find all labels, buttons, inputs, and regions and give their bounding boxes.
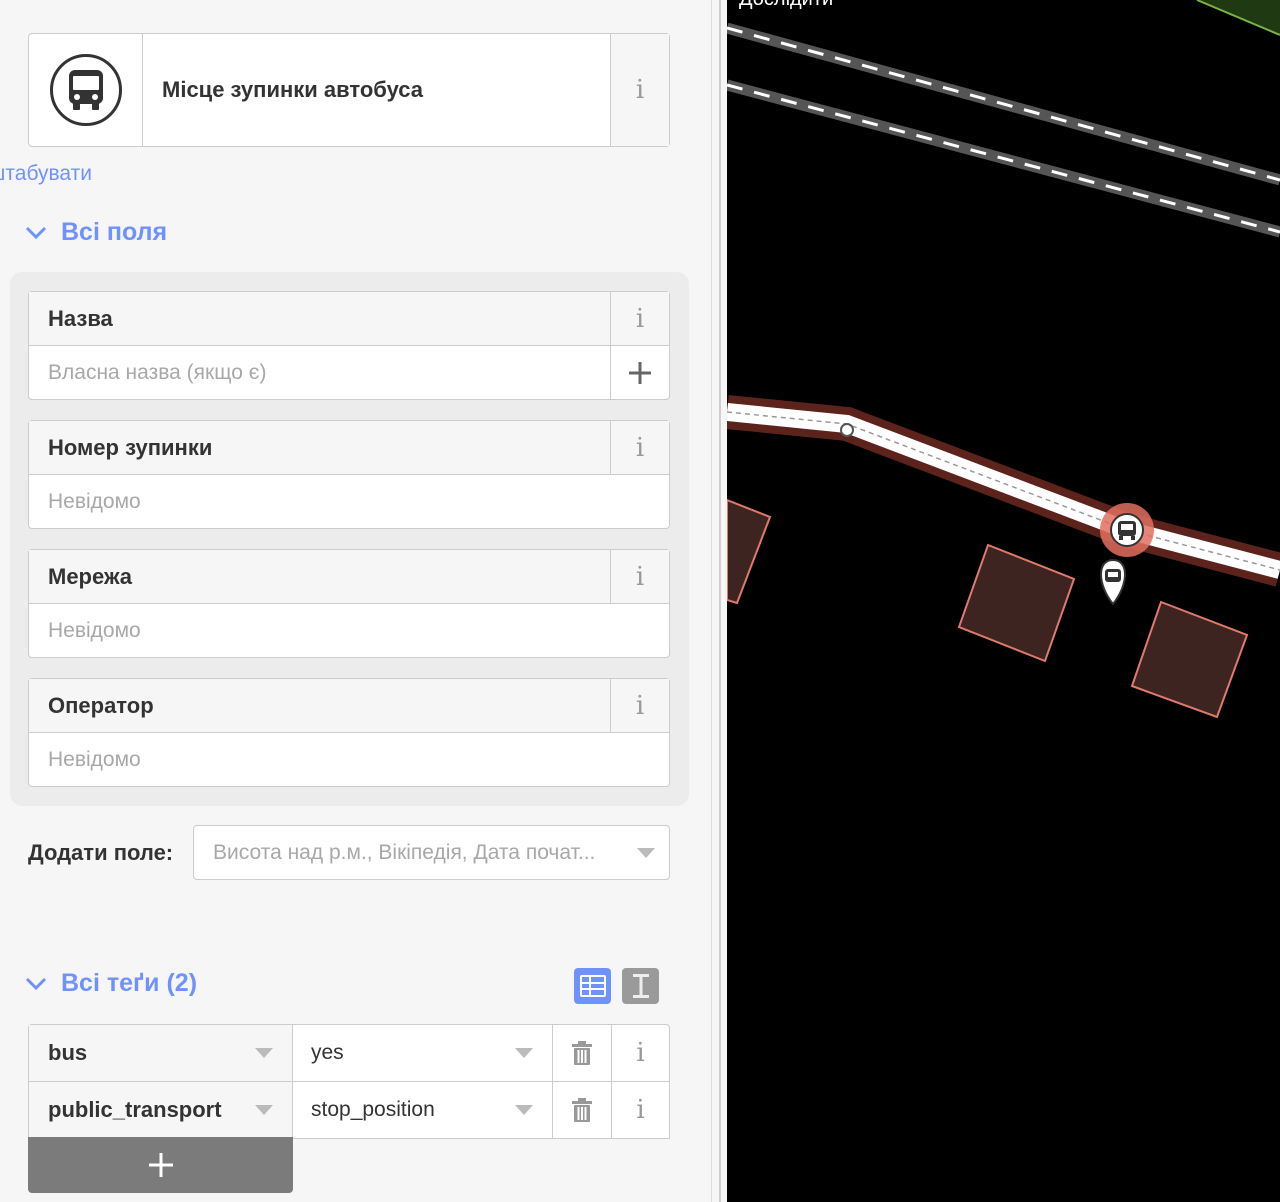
field-info-button[interactable]: i xyxy=(610,550,669,603)
all-fields-toggle[interactable]: Всі поля xyxy=(24,218,167,247)
add-field-combobox[interactable]: Висота над р.м., Вікіпедія, Дата почат..… xyxy=(193,825,670,880)
add-field-placeholder: Висота над р.м., Вікіпедія, Дата почат..… xyxy=(213,840,596,864)
all-fields-title: Всі поля xyxy=(61,218,168,246)
field-label: Оператор xyxy=(48,692,154,718)
field-stop-number: Номер зупинки i Невідомо xyxy=(28,420,670,529)
field-label: Номер зупинки xyxy=(48,434,213,460)
trash-icon xyxy=(572,1041,592,1065)
field-network: Мережа i Невідомо xyxy=(28,549,670,658)
tag-info-button[interactable]: i xyxy=(612,1082,669,1138)
tag-value: stop_position xyxy=(311,1098,435,1121)
info-icon: i xyxy=(636,1038,645,1068)
field-label: Назва xyxy=(48,305,113,331)
info-icon: i xyxy=(635,690,645,721)
stop-number-placeholder: Невідомо xyxy=(48,489,141,513)
caret-down-icon xyxy=(236,1105,292,1115)
tag-table: bus yes i public_transport stop_position… xyxy=(28,1024,670,1139)
network-placeholder: Невідомо xyxy=(48,618,141,642)
map-canvas xyxy=(727,0,1280,719)
building xyxy=(957,543,1076,663)
info-icon: i xyxy=(636,1095,645,1125)
tag-info-button[interactable]: i xyxy=(612,1025,669,1081)
info-icon: i xyxy=(635,432,645,463)
tag-row: bus yes i xyxy=(29,1025,669,1082)
tag-key: bus xyxy=(48,1040,88,1065)
field-label-row: Назва i xyxy=(29,292,669,346)
operator-placeholder: Невідомо xyxy=(48,747,141,771)
info-icon: i xyxy=(635,75,645,105)
preset-name: Місце зупинки автобуса xyxy=(162,77,424,102)
inspector-sidebar: Місце зупинки автобуса i Масштабувати Вс… xyxy=(0,0,711,1202)
trash-icon xyxy=(572,1098,592,1122)
tag-key: public_transport xyxy=(48,1097,222,1122)
all-tags-toggle[interactable]: Всі теґи (2) xyxy=(24,969,197,998)
text-cursor-icon xyxy=(632,974,649,998)
tag-key-input[interactable]: public_transport xyxy=(29,1082,293,1138)
tag-value-input[interactable]: stop_position xyxy=(293,1082,553,1138)
delete-tag-button[interactable] xyxy=(553,1082,612,1138)
map-view[interactable]: Дослідити xyxy=(727,0,1280,1202)
road-vertex xyxy=(840,423,854,437)
delete-tag-button[interactable] xyxy=(553,1025,612,1081)
tag-row: public_transport stop_position i xyxy=(29,1082,669,1138)
info-icon: i xyxy=(635,561,645,592)
field-operator: Оператор i Невідомо xyxy=(28,678,670,787)
add-localized-name-button[interactable] xyxy=(610,346,669,399)
add-tag-button[interactable] xyxy=(28,1137,293,1193)
field-info-button[interactable]: i xyxy=(610,421,669,474)
field-label-row: Оператор i xyxy=(29,679,669,733)
caret-down-icon xyxy=(496,1048,552,1058)
chevron-down-icon xyxy=(25,226,47,239)
preset-info-button[interactable]: i xyxy=(610,34,669,146)
caret-down-icon xyxy=(623,847,669,858)
preset-icon-box xyxy=(29,34,143,146)
field-name: Назва i Власна назва (якщо є) xyxy=(28,291,670,400)
network-input[interactable]: Невідомо xyxy=(29,604,669,657)
name-input-placeholder: Власна назва (якщо є) xyxy=(48,360,267,384)
caret-down-icon xyxy=(496,1105,552,1115)
info-icon: i xyxy=(635,303,645,334)
operator-input[interactable]: Невідомо xyxy=(29,733,669,786)
all-tags-title: Всі теґи (2) xyxy=(61,969,198,997)
plus-icon xyxy=(629,361,651,384)
table-view-icon xyxy=(579,975,606,997)
preset-card[interactable]: Місце зупинки автобуса i xyxy=(28,33,670,147)
plus-icon xyxy=(148,1153,173,1177)
chevron-down-icon xyxy=(25,977,47,990)
caret-down-icon xyxy=(236,1048,292,1058)
text-view-button[interactable] xyxy=(622,968,659,1004)
field-label-row: Мережа i xyxy=(29,550,669,604)
building xyxy=(727,498,772,605)
field-info-button[interactable]: i xyxy=(610,679,669,732)
map-label: Дослідити xyxy=(739,0,833,11)
bus-stop-pin xyxy=(1100,558,1126,606)
field-label-row: Номер зупинки i xyxy=(29,421,669,475)
tag-value-input[interactable]: yes xyxy=(293,1025,553,1081)
zoom-to-link[interactable]: Масштабувати xyxy=(0,162,92,186)
stop-number-input[interactable]: Невідомо xyxy=(29,475,669,528)
building xyxy=(1130,600,1249,719)
tag-value: yes xyxy=(311,1041,344,1064)
list-view-button[interactable] xyxy=(574,968,611,1004)
add-field-label: Додати поле: xyxy=(28,840,174,865)
bus-icon xyxy=(49,54,122,126)
field-label: Мережа xyxy=(48,563,133,589)
sidebar-resizer[interactable] xyxy=(711,0,727,1202)
field-info-button[interactable]: i xyxy=(610,292,669,345)
name-input[interactable]: Власна назва (якщо є) xyxy=(29,346,669,399)
tag-key-input[interactable]: bus xyxy=(29,1025,293,1081)
